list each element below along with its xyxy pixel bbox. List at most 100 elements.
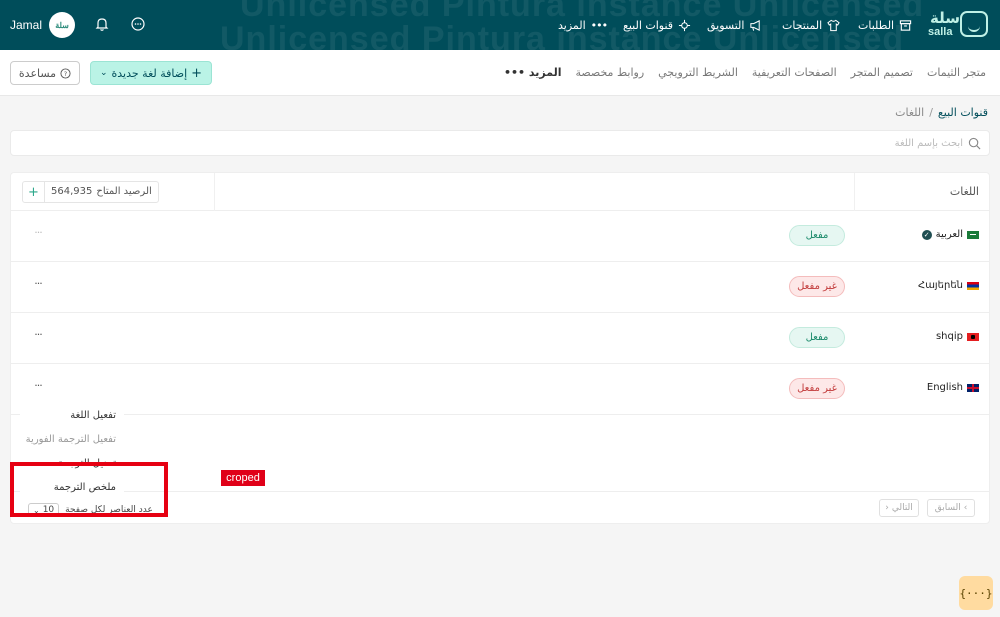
menu-item-activate-language[interactable]: تفعيل اللغة [70,410,116,421]
status-badge: مفعل [789,327,845,348]
previous-page-button[interactable]: › السابق [927,499,975,517]
column-divider [214,173,215,211]
chevron-down-icon: ⌄ [33,505,40,515]
add-balance-button[interactable]: + [23,182,45,202]
menu-item-translation-summary[interactable]: ملخص الترجمة [54,482,116,493]
balance-label: الرصيد المتاح [96,186,152,197]
per-page-select[interactable]: ⌄ 10 [28,503,60,517]
tab-store-design[interactable]: تصميم المتجر [851,66,913,79]
avatar: سلة [49,12,76,38]
saudi-flag-icon [967,230,979,239]
breadcrumb: قنوات البيع / اللغات [895,106,988,119]
status-badge: غير مفعل [789,276,845,297]
breadcrumb-separator: / [929,106,933,119]
breadcrumb-parent[interactable]: قنوات البيع [938,106,988,119]
row-actions-menu: تفعيل اللغة تفعيل الترجمة الفورية تعديل … [20,403,124,499]
tab-promo-bar[interactable]: الشريط الترويجي [658,66,738,79]
armenia-flag-icon [967,281,979,290]
default-check-icon: ✓ [921,229,932,240]
nav-products[interactable]: المنتجات [782,16,840,34]
language-cell: English [927,382,979,393]
nav-more[interactable]: ••• المزيد [558,16,608,34]
status-badge: غير مفعل [789,378,845,399]
search-icon [968,137,981,150]
column-divider [854,173,855,211]
help-button[interactable]: ? مساعدة [10,61,80,85]
megaphone-icon [750,19,761,31]
nav-more-label: المزيد [558,18,586,32]
search-bar [10,130,990,156]
add-language-button[interactable]: + إضافة لغة جديدة ⌄ [90,61,212,85]
nav-sales-channels-label: قنوات البيع [623,18,674,32]
nav-orders[interactable]: الطلبات [858,16,912,34]
search-input[interactable] [63,135,963,152]
logo-english-text: salla [928,26,953,38]
column-header-languages: اللغات [949,185,979,198]
previous-label: السابق [934,503,961,513]
more-dots-icon: ••• [503,66,526,79]
sub-tabs: متجر الثيمات تصميم المتجر الصفحات التعري… [504,66,986,79]
code-widget-button[interactable]: {···} [959,576,993,610]
row-actions-button[interactable]: ··· [31,278,45,292]
help-icon: ? [60,67,71,79]
pagination: عدد العناصر لكل صفحة ⌄ 10 › السابق التال… [11,491,989,523]
more-dots-icon: ••• [590,18,608,32]
language-cell: shqip [936,331,979,342]
row-actions-button[interactable]: ··· [31,329,45,343]
watermark: Unlicensed Pintura instance Unlicensed U… [0,0,1000,50]
shirt-icon [827,19,840,31]
per-page-label: عدد العناصر لكل صفحة [65,505,153,515]
user-menu[interactable]: Jamal سلة [10,12,76,38]
table-row: English غير مفعل ··· [11,364,989,415]
salla-logo[interactable]: سلة salla [926,8,990,42]
table-row: العربية ✓ مفعل ··· [11,211,989,262]
balance-value: 564,935 [51,186,93,197]
table-header: اللغات الرصيد المتاح 564,935 + [11,173,989,211]
nav-sales-channels[interactable]: قنوات البيع [623,16,691,34]
tab-more-label: المزيد [528,66,562,79]
per-page-value: 10 [42,505,55,515]
row-actions-button[interactable]: ··· [31,227,45,241]
tab-custom-links[interactable]: روابط مخصصة [575,66,644,79]
nav-marketing[interactable]: التسويق [707,16,762,34]
row-actions-button[interactable]: ··· [31,380,45,394]
bell-icon[interactable] [94,16,110,32]
table-row: shqip مفعل ··· [11,313,989,364]
annotation-label: croped [221,470,265,486]
tab-more[interactable]: المزيد ••• [504,66,562,79]
sub-navigation: متجر الثيمات تصميم المتجر الصفحات التعري… [0,50,1000,96]
language-cell: Հայերեն [918,280,979,291]
status-badge: مفعل [789,225,845,246]
table-row: Հայերեն غير مفعل ··· [11,262,989,313]
tab-theme-store[interactable]: متجر الثيمات [927,66,986,79]
nav-marketing-label: التسويق [707,18,745,32]
language-name: English [926,382,963,393]
plus-icon: + [191,65,203,81]
chat-icon[interactable] [130,16,146,32]
per-page-control: عدد العناصر لكل صفحة ⌄ 10 [28,503,153,517]
box-icon [899,19,912,31]
channels-icon [679,19,691,31]
next-page-button[interactable]: التالي ‹ [879,499,919,517]
language-name: shqip [935,331,963,342]
chevron-right-icon: › [963,503,968,513]
help-label: مساعدة [18,66,57,80]
chevron-left-icon: ‹ [885,503,889,513]
menu-item-edit-translation[interactable]: تعديل الترجمة [58,458,116,469]
nav-products-label: المنتجات [782,18,823,32]
language-cell: العربية ✓ [921,229,979,240]
balance-box: الرصيد المتاح 564,935 + [22,181,159,203]
menu-item-activate-instant-translation[interactable]: تفعيل الترجمة الفورية [26,434,116,445]
top-bar: Unlicensed Pintura instance Unlicensed U… [0,0,1000,50]
language-name: Հայերեն [918,280,963,291]
nav-orders-label: الطلبات [858,18,895,32]
albania-flag-icon [967,332,979,341]
breadcrumb-current: اللغات [895,106,925,119]
logo-bag-icon [960,11,988,37]
tab-landing-pages[interactable]: الصفحات التعريفية [752,66,837,79]
uk-flag-icon [967,383,979,392]
balance-label-group: الرصيد المتاح 564,935 [45,182,158,202]
language-name: العربية [935,229,963,240]
chevron-down-icon: ⌄ [99,68,108,78]
next-label: التالي [891,503,913,513]
